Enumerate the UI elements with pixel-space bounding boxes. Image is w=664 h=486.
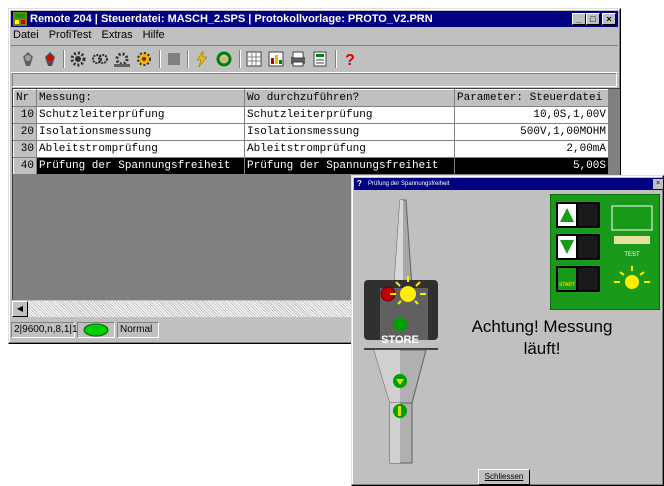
- row-messung[interactable]: Ableitstromprüfung: [36, 140, 245, 158]
- measurement-message: Achtung! Messung läuft!: [457, 316, 627, 360]
- horizontal-scrollbar[interactable]: ◀: [12, 301, 352, 317]
- row-param[interactable]: 10,0S,1,00V: [454, 106, 609, 124]
- stop-icon[interactable]: [165, 50, 183, 68]
- minimize-button[interactable]: _: [572, 13, 586, 25]
- header-parameter[interactable]: Parameter: Steuerdatei: [454, 89, 609, 107]
- probe-illustration: STORE: [364, 199, 438, 464]
- measurement-dialog: ? Prüfung der Spannungsfreiheit × STORE: [351, 175, 664, 486]
- table-row[interactable]: 30 Ableitstromprüfung Ableitstromprüfung…: [13, 140, 609, 158]
- grid-icon[interactable]: [245, 50, 263, 68]
- row-param[interactable]: 5,00S: [454, 157, 609, 175]
- measurement-table: Nr Messung: Wo durchzuführen? Parameter:…: [13, 89, 609, 175]
- gear-color-icon[interactable]: [135, 50, 153, 68]
- dialog-title: Prüfung der Spannungsfreiheit: [368, 181, 450, 187]
- header-nr[interactable]: Nr: [13, 89, 37, 107]
- table-header: Nr Messung: Wo durchzuführen? Parameter:…: [13, 89, 609, 107]
- row-nr: 10: [13, 106, 37, 124]
- row-wo[interactable]: Isolationsmessung: [244, 123, 455, 141]
- connection-led-pane: [77, 322, 115, 338]
- message-line-1: Achtung! Messung: [471, 317, 613, 336]
- row-messung[interactable]: Isolationsmessung: [36, 123, 245, 141]
- gear-double-icon[interactable]: [91, 50, 109, 68]
- lightning-icon[interactable]: [193, 50, 211, 68]
- port-status: 2|9600,n,8,1|1: [11, 322, 78, 338]
- row-messung[interactable]: Prüfung der Spannungsfreiheit: [36, 157, 245, 175]
- dialog-close-icon[interactable]: ×: [653, 179, 663, 189]
- gear-icon[interactable]: [69, 50, 87, 68]
- menu-extras[interactable]: Extras: [101, 29, 132, 43]
- store-label: STORE: [381, 334, 419, 346]
- title-bar[interactable]: Remote 204 | Steuerdatei: MASCH_2.SPS | …: [11, 11, 618, 27]
- led-icon: [83, 323, 109, 337]
- gear-transfer-icon[interactable]: [113, 50, 131, 68]
- toolbar: ?: [11, 45, 618, 73]
- header-messung[interactable]: Messung:: [36, 89, 245, 107]
- table-row[interactable]: 10 Schutzleiterprüfung Schutzleiterprüfu…: [13, 106, 609, 124]
- printer-icon[interactable]: [289, 50, 307, 68]
- table-row-selected[interactable]: 40 Prüfung der Spannungsfreiheit Prüfung…: [13, 157, 609, 175]
- svg-text:?: ?: [345, 52, 355, 68]
- report-icon[interactable]: [311, 50, 329, 68]
- menu-hilfe[interactable]: Hilfe: [143, 29, 165, 43]
- row-wo[interactable]: Schutzleiterprüfung: [244, 106, 455, 124]
- maximize-button[interactable]: □: [586, 13, 600, 25]
- menu-profitest[interactable]: ProfiTest: [49, 29, 92, 43]
- refresh-icon[interactable]: [215, 50, 233, 68]
- dialog-help-icon: ?: [357, 179, 362, 188]
- close-button[interactable]: ×: [602, 13, 616, 25]
- panel-start-label: START: [559, 282, 575, 288]
- row-wo[interactable]: Ableitstromprüfung: [244, 140, 455, 158]
- control-panel: START TEST: [550, 194, 660, 310]
- menu-bar: Datei ProfiTest Extras Hilfe: [13, 29, 165, 43]
- app-icon: [13, 12, 27, 26]
- header-wo[interactable]: Wo durchzuführen?: [244, 89, 455, 107]
- row-messung[interactable]: Schutzleiterprüfung: [36, 106, 245, 124]
- scroll-left-icon[interactable]: ◀: [12, 301, 28, 317]
- info-strip: [12, 73, 617, 87]
- table-row[interactable]: 20 Isolationsmessung Isolationsmessung 5…: [13, 123, 609, 141]
- scroll-track[interactable]: [28, 301, 352, 317]
- row-param[interactable]: 2,00mA: [454, 140, 609, 158]
- panel-test-label: TEST: [624, 252, 640, 258]
- menu-datei[interactable]: Datei: [13, 29, 39, 43]
- window-title: Remote 204 | Steuerdatei: MASCH_2.SPS | …: [30, 13, 433, 25]
- row-nr: 20: [13, 123, 37, 141]
- probe-red-icon[interactable]: [41, 50, 59, 68]
- chart-icon[interactable]: [267, 50, 285, 68]
- message-line-2: läuft!: [523, 339, 561, 358]
- mode-status: Normal: [117, 322, 159, 338]
- help-icon[interactable]: ?: [341, 50, 359, 68]
- row-wo[interactable]: Prüfung der Spannungsfreiheit: [244, 157, 455, 175]
- row-nr: 40: [13, 157, 37, 175]
- row-param[interactable]: 500V,1,00MOHM: [454, 123, 609, 141]
- row-nr: 30: [13, 140, 37, 158]
- dialog-title-bar[interactable]: ? Prüfung der Spannungsfreiheit ×: [354, 178, 663, 190]
- close-dialog-button[interactable]: Schliessen: [478, 469, 530, 485]
- probe-grey-icon[interactable]: [19, 50, 37, 68]
